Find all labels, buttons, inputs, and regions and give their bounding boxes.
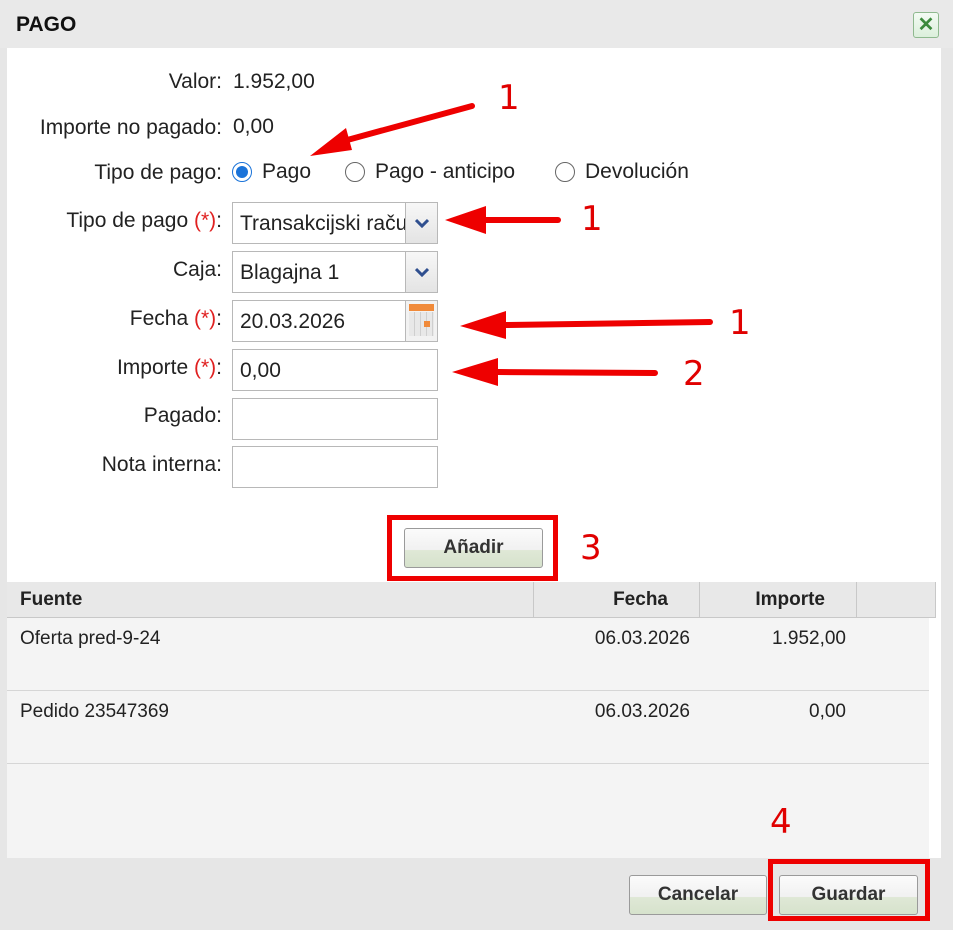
annotation-number: 2	[683, 354, 705, 394]
annotation-number: 3	[580, 528, 602, 568]
annotation-number: 1	[498, 78, 520, 118]
annotation-number: 1	[729, 303, 751, 343]
annotation-arrows	[310, 103, 713, 386]
add-button-highlight	[387, 515, 558, 581]
annotation-number: 4	[770, 802, 792, 842]
save-button-highlight	[768, 859, 930, 921]
annotation-number: 1	[581, 199, 603, 239]
